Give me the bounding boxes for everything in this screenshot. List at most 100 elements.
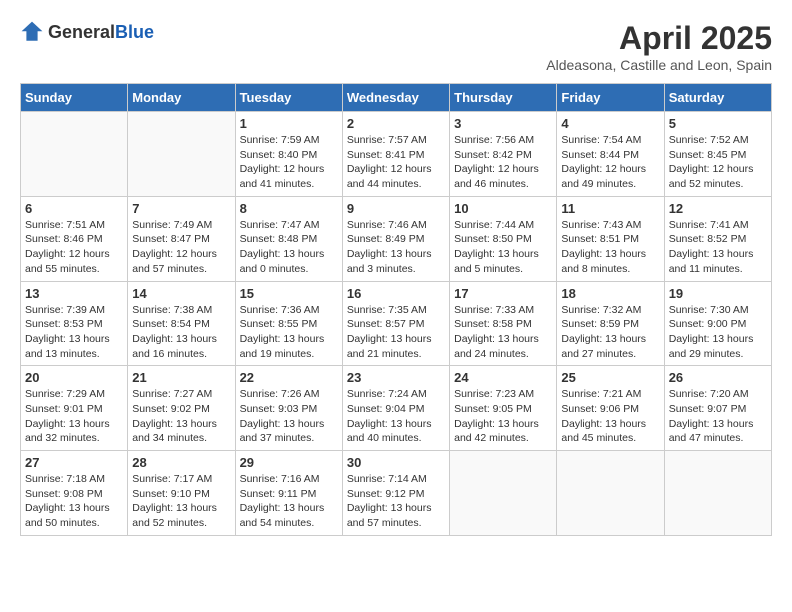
day-info: Sunrise: 7:20 AM Sunset: 9:07 PM Dayligh… — [669, 387, 767, 446]
calendar-header-row: SundayMondayTuesdayWednesdayThursdayFrid… — [21, 84, 772, 112]
day-info: Sunrise: 7:27 AM Sunset: 9:02 PM Dayligh… — [132, 387, 230, 446]
day-info: Sunrise: 7:46 AM Sunset: 8:49 PM Dayligh… — [347, 218, 445, 277]
calendar-day-cell: 12 Sunrise: 7:41 AM Sunset: 8:52 PM Dayli… — [664, 196, 771, 281]
calendar-day-cell: 15Sunrise: 7:36 AM Sunset: 8:55 PM Dayli… — [235, 281, 342, 366]
calendar-day-cell: 7Sunrise: 7:49 AM Sunset: 8:47 PM Daylig… — [128, 196, 235, 281]
calendar-day-cell — [557, 451, 664, 536]
day-number: 7 — [132, 201, 230, 216]
day-info: Sunrise: 7:30 AM Sunset: 9:00 PM Dayligh… — [669, 303, 767, 362]
day-number: 15 — [240, 286, 338, 301]
day-number: 10 — [454, 201, 552, 216]
day-info: Sunrise: 7:26 AM Sunset: 9:03 PM Dayligh… — [240, 387, 338, 446]
calendar-day-cell — [450, 451, 557, 536]
day-of-week-header: Thursday — [450, 84, 557, 112]
day-info: Sunrise: 7:56 AM Sunset: 8:42 PM Dayligh… — [454, 133, 552, 192]
calendar-week-row: 27 Sunrise: 7:18 AM Sunset: 9:08 PM Dayli… — [21, 451, 772, 536]
calendar-week-row: 6 Sunrise: 7:51 AM Sunset: 8:46 PM Daylig… — [21, 196, 772, 281]
day-number: 8 — [240, 201, 338, 216]
day-number: 27 — [25, 455, 123, 470]
day-of-week-header: Friday — [557, 84, 664, 112]
day-info: Sunrise: 7:54 AM Sunset: 8:44 PM Dayligh… — [561, 133, 659, 192]
day-info: Sunrise: 7:14 AM Sunset: 9:12 PM Dayligh… — [347, 472, 445, 531]
calendar-day-cell: 6 Sunrise: 7:51 AM Sunset: 8:46 PM Daylig… — [21, 196, 128, 281]
day-info: Sunrise: 7:38 AM Sunset: 8:54 PM Dayligh… — [132, 303, 230, 362]
calendar-day-cell: 30 Sunrise: 7:14 AM Sunset: 9:12 PM Dayli… — [342, 451, 449, 536]
day-info: Sunrise: 7:16 AM Sunset: 9:11 PM Dayligh… — [240, 472, 338, 531]
day-of-week-header: Sunday — [21, 84, 128, 112]
day-number: 19 — [669, 286, 767, 301]
calendar-day-cell: 4 Sunrise: 7:54 AM Sunset: 8:44 PM Daylig… — [557, 112, 664, 197]
day-number: 5 — [669, 116, 767, 131]
day-info: Sunrise: 7:52 AM Sunset: 8:45 PM Dayligh… — [669, 133, 767, 192]
day-number: 24 — [454, 370, 552, 385]
logo-general: General — [48, 22, 115, 42]
month-title: April 2025 — [546, 20, 772, 57]
day-number: 17 — [454, 286, 552, 301]
day-info: Sunrise: 7:17 AM Sunset: 9:10 PM Dayligh… — [132, 472, 230, 531]
calendar-day-cell: 18Sunrise: 7:32 AM Sunset: 8:59 PM Dayli… — [557, 281, 664, 366]
day-info: Sunrise: 7:29 AM Sunset: 9:01 PM Dayligh… — [25, 387, 123, 446]
title-section: April 2025 Aldeasona, Castille and Leon,… — [546, 20, 772, 73]
calendar-day-cell: 2 Sunrise: 7:57 AM Sunset: 8:41 PM Daylig… — [342, 112, 449, 197]
calendar-day-cell: 26 Sunrise: 7:20 AM Sunset: 9:07 PM Dayli… — [664, 366, 771, 451]
day-number: 1 — [240, 116, 338, 131]
day-info: Sunrise: 7:23 AM Sunset: 9:05 PM Dayligh… — [454, 387, 552, 446]
calendar-day-cell — [128, 112, 235, 197]
day-info: Sunrise: 7:44 AM Sunset: 8:50 PM Dayligh… — [454, 218, 552, 277]
day-info: Sunrise: 7:35 AM Sunset: 8:57 PM Dayligh… — [347, 303, 445, 362]
day-number: 14 — [132, 286, 230, 301]
calendar-day-cell: 17Sunrise: 7:33 AM Sunset: 8:58 PM Dayli… — [450, 281, 557, 366]
calendar-day-cell: 13 Sunrise: 7:39 AM Sunset: 8:53 PM Dayli… — [21, 281, 128, 366]
day-number: 9 — [347, 201, 445, 216]
day-number: 4 — [561, 116, 659, 131]
calendar-day-cell — [21, 112, 128, 197]
day-number: 13 — [25, 286, 123, 301]
day-number: 18 — [561, 286, 659, 301]
calendar-day-cell: 25 Sunrise: 7:21 AM Sunset: 9:06 PM Dayli… — [557, 366, 664, 451]
day-info: Sunrise: 7:24 AM Sunset: 9:04 PM Dayligh… — [347, 387, 445, 446]
calendar-day-cell: 5 Sunrise: 7:52 AM Sunset: 8:45 PM Daylig… — [664, 112, 771, 197]
calendar-day-cell: 27 Sunrise: 7:18 AM Sunset: 9:08 PM Dayli… — [21, 451, 128, 536]
day-info: Sunrise: 7:43 AM Sunset: 8:51 PM Dayligh… — [561, 218, 659, 277]
logo: GeneralBlue — [20, 20, 154, 44]
day-number: 29 — [240, 455, 338, 470]
day-info: Sunrise: 7:57 AM Sunset: 8:41 PM Dayligh… — [347, 133, 445, 192]
calendar-day-cell: 21Sunrise: 7:27 AM Sunset: 9:02 PM Dayli… — [128, 366, 235, 451]
day-number: 2 — [347, 116, 445, 131]
logo-icon — [20, 20, 44, 44]
day-number: 12 — [669, 201, 767, 216]
calendar-day-cell: 10 Sunrise: 7:44 AM Sunset: 8:50 PM Dayli… — [450, 196, 557, 281]
day-info: Sunrise: 7:39 AM Sunset: 8:53 PM Dayligh… — [25, 303, 123, 362]
calendar-day-cell: 28 Sunrise: 7:17 AM Sunset: 9:10 PM Dayli… — [128, 451, 235, 536]
day-number: 26 — [669, 370, 767, 385]
day-number: 25 — [561, 370, 659, 385]
day-info: Sunrise: 7:18 AM Sunset: 9:08 PM Dayligh… — [25, 472, 123, 531]
day-info: Sunrise: 7:41 AM Sunset: 8:52 PM Dayligh… — [669, 218, 767, 277]
calendar-week-row: 1 Sunrise: 7:59 AM Sunset: 8:40 PM Daylig… — [21, 112, 772, 197]
day-number: 11 — [561, 201, 659, 216]
day-of-week-header: Monday — [128, 84, 235, 112]
location: Aldeasona, Castille and Leon, Spain — [546, 57, 772, 73]
day-info: Sunrise: 7:59 AM Sunset: 8:40 PM Dayligh… — [240, 133, 338, 192]
page-header: GeneralBlue April 2025 Aldeasona, Castil… — [20, 20, 772, 73]
day-of-week-header: Tuesday — [235, 84, 342, 112]
day-number: 16 — [347, 286, 445, 301]
calendar-day-cell — [664, 451, 771, 536]
day-number: 20 — [25, 370, 123, 385]
calendar-week-row: 13 Sunrise: 7:39 AM Sunset: 8:53 PM Dayli… — [21, 281, 772, 366]
day-info: Sunrise: 7:47 AM Sunset: 8:48 PM Dayligh… — [240, 218, 338, 277]
day-number: 6 — [25, 201, 123, 216]
calendar-day-cell: 9 Sunrise: 7:46 AM Sunset: 8:49 PM Daylig… — [342, 196, 449, 281]
calendar-day-cell: 22 Sunrise: 7:26 AM Sunset: 9:03 PM Dayli… — [235, 366, 342, 451]
calendar-day-cell: 11 Sunrise: 7:43 AM Sunset: 8:51 PM Dayli… — [557, 196, 664, 281]
logo-blue: Blue — [115, 22, 154, 42]
day-number: 30 — [347, 455, 445, 470]
day-of-week-header: Wednesday — [342, 84, 449, 112]
day-info: Sunrise: 7:51 AM Sunset: 8:46 PM Dayligh… — [25, 218, 123, 277]
day-number: 22 — [240, 370, 338, 385]
calendar-day-cell: 19 Sunrise: 7:30 AM Sunset: 9:00 PM Dayli… — [664, 281, 771, 366]
calendar-day-cell: 20 Sunrise: 7:29 AM Sunset: 9:01 PM Dayli… — [21, 366, 128, 451]
day-info: Sunrise: 7:21 AM Sunset: 9:06 PM Dayligh… — [561, 387, 659, 446]
calendar-day-cell: 14 Sunrise: 7:38 AM Sunset: 8:54 PM Dayli… — [128, 281, 235, 366]
day-number: 28 — [132, 455, 230, 470]
